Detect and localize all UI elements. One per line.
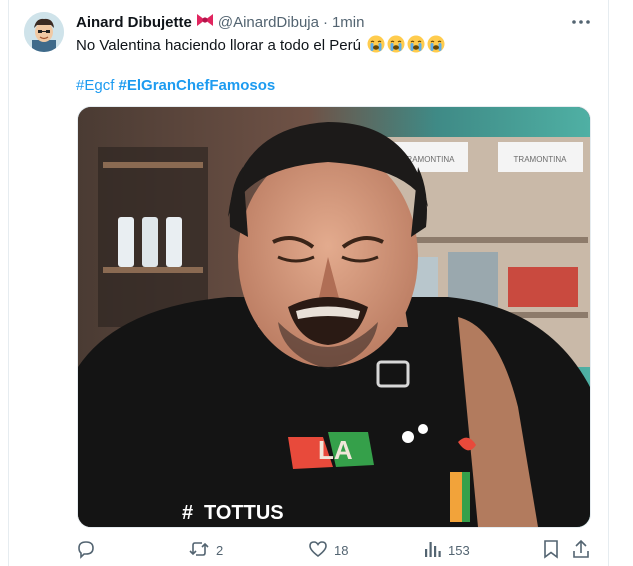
hash-symbol: # <box>182 502 193 524</box>
tweet-media-image[interactable]: TRAMONTINA TRAMONTINA LA TOTTUS # <box>77 106 591 528</box>
bow-badge-icon <box>196 13 214 31</box>
author-name[interactable]: Ainard Dibujette <box>76 14 192 31</box>
reply-button[interactable] <box>76 538 102 562</box>
like-button[interactable]: 18 <box>308 538 348 562</box>
loudly-crying-emoji-icon <box>427 35 445 53</box>
retweet-count: 2 <box>216 542 224 558</box>
loudly-crying-emoji-icon <box>407 35 425 53</box>
timestamp[interactable]: 1min <box>332 14 365 31</box>
tweet-actions: 2 18 153 <box>76 538 592 562</box>
sponsor-badge-text: TOTTUS <box>204 502 284 524</box>
shirt-print-text: LA <box>318 435 353 465</box>
tweet-text: No Valentina haciendo llorar a todo el P… <box>76 35 445 56</box>
heart-icon <box>308 539 328 562</box>
hashtags: #Egcf #ElGranChefFamosos <box>76 76 275 96</box>
share-icon <box>572 539 590 562</box>
avatar[interactable] <box>24 12 64 52</box>
timeline-border-right <box>608 0 609 566</box>
crying-chef-photo: TRAMONTINA TRAMONTINA LA TOTTUS # <box>78 107 590 527</box>
avatar-illustration <box>24 12 64 52</box>
retweet-icon <box>188 539 210 562</box>
like-count: 18 <box>334 542 349 558</box>
loudly-crying-emoji-icon <box>387 35 405 53</box>
author-handle[interactable]: @AinardDibuja <box>218 14 319 31</box>
shelf-label-right: TRAMONTINA <box>514 155 568 164</box>
share-button[interactable] <box>572 538 590 562</box>
views-count: 153 <box>448 542 470 558</box>
loudly-crying-emoji-icon <box>367 35 385 53</box>
views-bar-chart-icon <box>424 539 442 562</box>
bookmark-icon <box>542 539 560 562</box>
tweet-header: Ainard Dibujette @AinardDibuja · 1min <box>76 12 364 32</box>
hashtag-link[interactable]: #ElGranChefFamosos <box>119 77 276 94</box>
reply-icon <box>76 539 96 562</box>
bookmark-button[interactable] <box>542 538 560 562</box>
separator-dot: · <box>322 13 328 31</box>
more-options-icon[interactable] <box>570 12 592 32</box>
views-button[interactable]: 153 <box>424 538 470 562</box>
hashtag-link[interactable]: #Egcf <box>76 77 114 94</box>
retweet-button[interactable]: 2 <box>188 538 223 562</box>
timeline-border-left <box>8 0 9 566</box>
tweet-text-content: No Valentina haciendo llorar a todo el P… <box>76 37 361 54</box>
